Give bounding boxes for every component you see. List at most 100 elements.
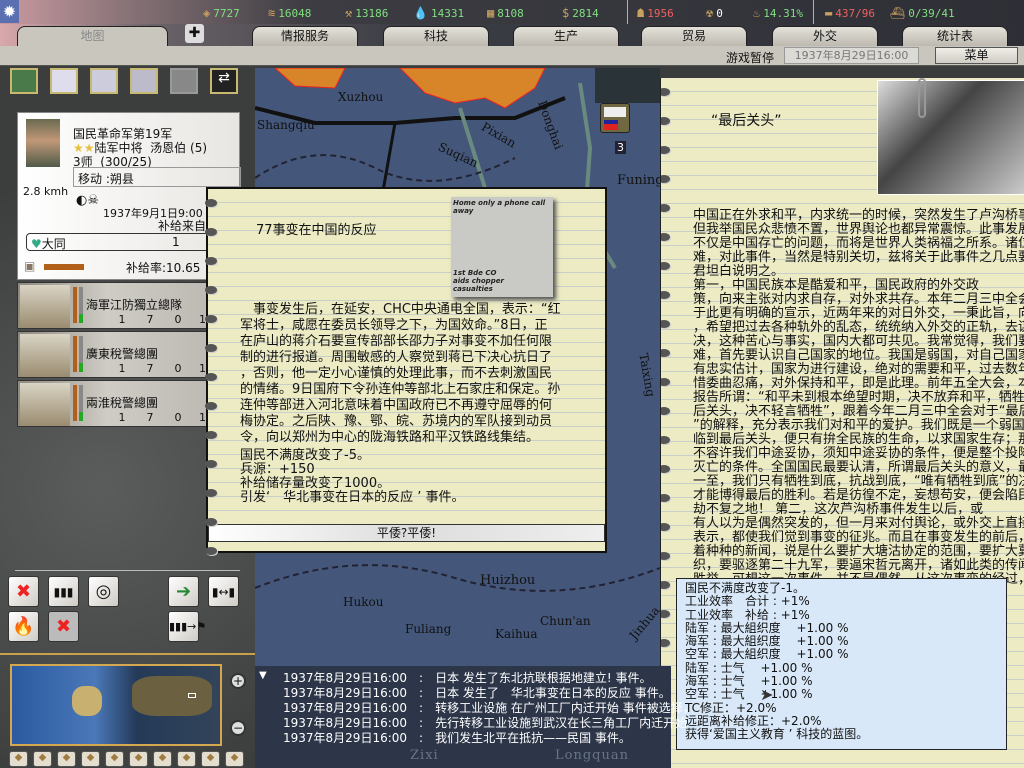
mapmode-industry-icon[interactable]: ◆ <box>201 751 220 767</box>
document-line: 但我举国民众悲愤不置，世界舆论也都异常震惊。此事发展结果 <box>693 222 1024 237</box>
log-entry[interactable]: 1937年8月29日16:00 : 转移工业设施 在广州工厂内迁开始 事件被选择… <box>283 701 695 716</box>
binder-ring-icon <box>205 344 217 352</box>
dissolve-unit-icon[interactable]: ✖ <box>8 576 39 607</box>
mapmode-infrastructure-icon[interactable]: ◆ <box>177 751 196 767</box>
mapmode-weather-icon[interactable]: ◆ <box>57 751 76 767</box>
naval-units-icon[interactable] <box>130 68 158 94</box>
log-separator: : <box>407 716 436 730</box>
map-label: Xuzhou <box>338 90 384 104</box>
tab-trade[interactable]: 贸易 <box>641 26 747 46</box>
resource-manpower[interactable]: ☗ 1956 <box>637 6 674 20</box>
log-entry[interactable]: 1937年8月29日16:00 : 日本 发生了 华北事变在日本的反应 事件。 <box>283 686 671 701</box>
attach-unit-icon[interactable]: ▮▮▮→⚑ <box>168 611 206 642</box>
resource-convoy[interactable]: ⛴ 0/39/41 <box>890 6 955 20</box>
scorched-earth-icon[interactable]: 🔥 <box>8 611 39 642</box>
convoy-icon: ⛴ <box>890 6 906 20</box>
resource-metal[interactable]: ≋ 16048 <box>268 6 311 20</box>
target-icon[interactable]: ◎ <box>88 576 119 607</box>
mapmode-resources-icon[interactable]: ◆ <box>105 751 124 767</box>
log-text: 转移工业设施 在广州工厂内迁开始 事件被选择， <box>435 701 695 715</box>
land-units-icon[interactable] <box>10 68 38 94</box>
binder-ring-icon <box>661 523 670 531</box>
binder-ring-icon <box>205 460 217 468</box>
resource-dissent[interactable]: ♨ 14.31% <box>753 6 803 20</box>
division-stat: 7 <box>146 313 154 326</box>
unit-order[interactable]: 移动 :朔县 <box>73 167 241 187</box>
center-map-icon[interactable]: ✚ <box>185 24 204 43</box>
upgrade-unit-icon[interactable]: ➔ <box>168 576 199 607</box>
resource-value: 1956 <box>647 6 674 20</box>
log-separator: : <box>407 701 436 715</box>
log-entry[interactable]: 1937年8月29日16:00 : 先行转移工业设施到武汉在长三角工厂内迁开始 <box>283 716 687 731</box>
tooltip-line: 空军 : 最大組织度 +1.00 % <box>685 647 849 662</box>
resource-transport[interactable]: ▬ 437/96 <box>825 6 875 20</box>
unit-speed: 2.8 kmh <box>23 185 69 198</box>
tab-intelligence[interactable]: 情报服务 <box>252 26 358 46</box>
army-counter[interactable] <box>600 103 630 133</box>
leader-icon[interactable] <box>170 68 198 94</box>
event-title: 77事变在中国的反应 <box>256 223 377 238</box>
armor-units-icon[interactable] <box>50 68 78 94</box>
division-portrait <box>20 383 70 426</box>
leader-portrait[interactable] <box>26 119 60 167</box>
country-flag-icon[interactable]: ✹ <box>0 0 19 23</box>
mapmode-diplomacy-icon[interactable]: ◆ <box>225 751 244 767</box>
air-units-icon[interactable] <box>90 68 118 94</box>
log-entry[interactable]: 1937年8月29日16:00 : 日本 发生了东北抗联根据地建立! 事件。 <box>283 671 671 686</box>
resource-money[interactable]: $2814 <box>562 6 599 20</box>
zoom-out-icon[interactable]: − <box>230 720 246 736</box>
division-stat: 0 <box>174 411 182 424</box>
log-scroll-icon[interactable]: ▼ <box>259 670 267 681</box>
mapmode-economy-icon[interactable]: ◆ <box>81 751 100 767</box>
document-text[interactable]: 中国正在外求和平，内求统一的时候，突然发生了卢沟桥事变， 但我举国民众悲愤不置，世… <box>693 209 1024 587</box>
menu-button[interactable]: 菜单 <box>935 47 1018 64</box>
reorganize-icon[interactable]: ⇄ <box>210 68 238 94</box>
org-bar <box>73 385 77 421</box>
tab-statistics[interactable]: 统计表 <box>902 26 1008 46</box>
document-line: 临到最后关头，便只有拚全民族的生命，以求国家生存；那时节 <box>693 432 1024 447</box>
minimap[interactable] <box>10 664 222 746</box>
commander-name[interactable]: 汤恩伯 <box>150 141 186 155</box>
event-effect: 补给储存量改变了1000。 <box>240 476 391 491</box>
supply-bar <box>44 264 84 270</box>
resource-supplies[interactable]: ▦ 8108 <box>487 6 524 20</box>
binder-ring-icon <box>661 610 670 618</box>
mapmode-partisans-icon[interactable]: ◆ <box>153 751 172 767</box>
binder-ring-icon <box>205 257 217 265</box>
tab-diplomacy[interactable]: 外交 <box>772 26 878 46</box>
location-name: 大同 <box>41 237 66 251</box>
minimap-viewport[interactable] <box>188 693 196 698</box>
log-time: 1937年8月29日16:00 <box>283 716 408 730</box>
resource-nuclear[interactable]: ☢ 0 <box>706 6 723 20</box>
document-line: 不容许我们中途妥协，须知中途妥协的条件，便是整个投降、整 <box>693 446 1024 461</box>
merge-unit-icon[interactable]: ▮↔▮ <box>208 576 239 607</box>
game-date[interactable]: 1937年8月29日16:00 <box>784 47 919 64</box>
zoom-in-icon[interactable]: + <box>230 673 246 689</box>
event-text-line: 制的进行报道。周围敏感的人察觉到蒋已下决心抗日了 <box>240 350 553 365</box>
binder-ring-icon <box>661 291 670 299</box>
mapmode-supply-icon[interactable]: ◆ <box>129 751 148 767</box>
binder-ring-icon <box>205 228 217 236</box>
resource-oil[interactable]: 💧 14331 <box>413 6 464 20</box>
tooltip-line: 工业效率 合计 : +1% <box>685 594 810 609</box>
binder-ring-icon <box>661 552 670 560</box>
mapmode-terrain-icon[interactable]: ◆ <box>9 751 28 767</box>
strength-bar <box>79 336 83 372</box>
event-option-button[interactable]: 平倭?平倭! <box>208 524 605 542</box>
resource-energy[interactable]: ◈ 7727 <box>203 6 240 20</box>
org-bar <box>73 336 77 372</box>
document-line: 惜委曲忍痛，对外保持和平，即是此理。前年五全大会，本人外 <box>693 376 1024 391</box>
split-unit-icon[interactable]: ▮▮▮ <box>48 576 79 607</box>
tab-production[interactable]: 生产 <box>513 26 619 46</box>
binder-ring-icon <box>661 349 670 357</box>
mapmode-political-icon[interactable]: ◆ <box>33 751 52 767</box>
document-line: ，希望把过去各种轨外的乱态，统统纳入外交的正轨，去谋正当 <box>693 320 1024 335</box>
tab-map[interactable]: 地图 <box>17 26 168 48</box>
log-entry[interactable]: 1937年8月29日16:00 : 我们发生北平在抵抗——民国 事件。 <box>283 731 671 746</box>
nuclear-icon: ☢ <box>706 6 714 20</box>
tab-technology[interactable]: 科技 <box>383 26 489 46</box>
binder-ring-icon <box>661 146 670 154</box>
cancel-attack-icon[interactable]: ✖ <box>48 611 79 642</box>
binder-ring-icon <box>661 639 670 647</box>
resource-rare-materials[interactable]: ⚒ 13186 <box>345 6 388 20</box>
